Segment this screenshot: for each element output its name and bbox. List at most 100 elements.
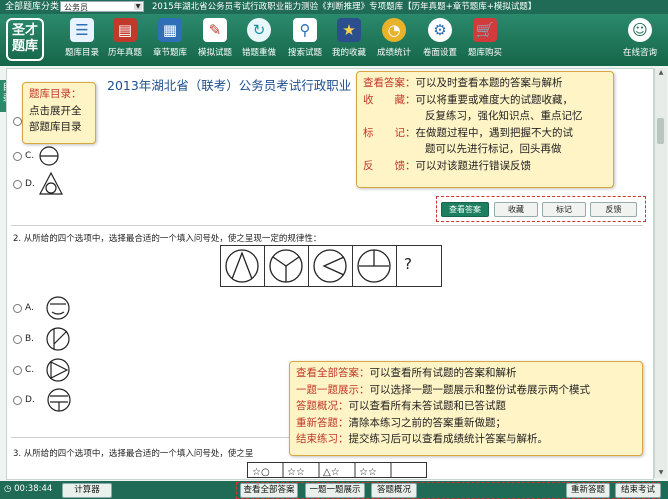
option-c2-radio[interactable] — [13, 365, 22, 375]
feedback-button[interactable]: 反馈 — [590, 202, 637, 217]
toolbar-item-label: 在线咨询 — [622, 48, 657, 58]
toolbar-past-exam-button[interactable]: ▤ 历年真题 — [101, 18, 149, 64]
toolbar-item-label: 搜索试题 — [287, 48, 322, 58]
window-title: 2015年湖北省公务员考试行政职业能力测验《判断推理》专项题库【历年真题+章节题… — [152, 2, 537, 12]
option-c-figure — [39, 146, 59, 166]
show-all-answers-button[interactable]: 查看全部答案 — [240, 483, 298, 498]
toolbar-catalog-button[interactable]: ☰ 题库目录 — [58, 18, 106, 64]
toolbar-settings-button[interactable]: ⚙ 卷面设置 — [416, 18, 464, 64]
calculator-button[interactable]: 计算器 — [62, 483, 112, 498]
scroll-down-icon[interactable]: ▼ — [656, 468, 666, 477]
toolbar-online-consult-button[interactable]: ☺ 在线咨询 — [616, 18, 664, 64]
toolbar-stats-button[interactable]: ◔ 成绩统计 — [370, 18, 418, 64]
svg-text:☆☆: ☆☆ — [287, 467, 305, 478]
answer-tools-tooltip: 查看答案：可以及时查看本题的答案与解析 收 藏：可以将重要或难度大的试题收藏， … — [356, 71, 614, 188]
option-c2-label: C. — [25, 365, 35, 375]
toolbar-item-label: 历年真题 — [107, 48, 142, 58]
tooltip-line: 结束练习：提交练习后可以查看成绩统计答案与解析。 — [296, 433, 548, 445]
favorites-icon: ★ — [337, 18, 361, 42]
favorite-button[interactable]: 收藏 — [494, 202, 538, 217]
catalog-tooltip-line: 点击展开全 — [29, 104, 82, 117]
mark-button[interactable]: 标记 — [542, 202, 586, 217]
svg-text:☆○: ☆○ — [252, 467, 270, 478]
toolbar-redo-wrong-button[interactable]: ↻ 错题重做 — [235, 18, 283, 64]
toolbar-mock-exam-button[interactable]: ✎ 模拟试题 — [191, 18, 239, 64]
toolbar-item-label: 模拟试题 — [197, 48, 232, 58]
option-d2-radio[interactable] — [13, 395, 22, 405]
chat-icon: ☺ — [628, 18, 652, 42]
toolbar-item-label: 错题重做 — [241, 48, 276, 58]
option-d2-label: D. — [25, 395, 35, 405]
one-by-one-button[interactable]: 一题一题展示 — [305, 483, 365, 498]
option-c-label: C. — [25, 151, 35, 161]
option-c2-row[interactable]: C. — [13, 357, 70, 383]
option-c-row[interactable]: C. — [13, 145, 61, 167]
option-c2-figure — [46, 358, 70, 382]
toolbar-item-label: 成绩统计 — [376, 48, 411, 58]
toolbar: 圣才题库 ☰ 题库目录 ▤ 历年真题 ▦ 章节题库 ✎ 模拟试题 ↻ 错题重做 … — [0, 14, 668, 66]
timer: ◷ 00:38:44 — [4, 483, 52, 496]
stats-icon: ◔ — [382, 18, 406, 42]
clock-icon: ◷ — [4, 484, 15, 494]
category-value: 公务员 — [64, 3, 88, 12]
catalog-tooltip-line: 部题库目录 — [29, 121, 82, 133]
option-b2-label: B. — [25, 334, 35, 344]
svg-text:☆☆: ☆☆ — [359, 467, 377, 478]
tooltip-line: 反复练习，强化知识点、重点记忆 — [425, 110, 583, 122]
tooltip-line: 反 馈：可以对该题进行错误反馈 — [363, 159, 531, 172]
toolbar-search-button[interactable]: ⚲ 搜索试题 — [281, 18, 329, 64]
category-select[interactable]: 公务员 ▼ — [60, 1, 144, 12]
toolbar-favorites-button[interactable]: ★ 我的收藏 — [325, 18, 373, 64]
vertical-scrollbar[interactable]: ▲ ▼ — [654, 68, 667, 478]
restart-button[interactable]: 重新答题 — [566, 483, 610, 498]
scrollbar-thumb[interactable] — [657, 118, 664, 144]
redo-wrong-icon: ↻ — [247, 18, 271, 42]
top-bar: 全部题库分类: 公务员 ▼ 2015年湖北省公务员考试行政职业能力测验《判断推理… — [0, 0, 668, 14]
svg-text:△☆: △☆ — [323, 467, 340, 478]
tooltip-line: 标 记：在做题过程中，遇到把握不大的试 — [363, 126, 573, 139]
option-a-row[interactable]: A. — [13, 295, 70, 321]
timer-value: 00:38:44 — [14, 484, 53, 494]
catalog-icon: ☰ — [70, 18, 94, 42]
bottom-tools-tooltip: 查看全部答案：可以查看所有试题的答案和解析 一题一题展示：可以选择一题一题展示和… — [289, 361, 643, 456]
scroll-up-icon[interactable]: ▲ — [656, 68, 666, 77]
catalog-tooltip-title: 题库目录： — [29, 88, 82, 100]
option-a-figure — [46, 296, 70, 320]
cart-icon: 🛒 — [473, 18, 497, 42]
option-b2-row[interactable]: B. — [13, 326, 70, 352]
option-d-label: D. — [25, 179, 35, 189]
tooltip-line: 查看答案：可以及时查看本题的答案与解析 — [363, 77, 563, 89]
toolbar-item-label: 我的收藏 — [331, 48, 366, 58]
category-label: 全部题库分类: — [5, 2, 63, 12]
option-a-radio[interactable] — [13, 303, 22, 313]
view-answer-button[interactable]: 查看答案 — [441, 202, 489, 217]
tooltip-line: 收 藏：可以将重要或难度大的试题收藏， — [363, 93, 573, 106]
toolbar-item-label: 题库目录 — [64, 48, 99, 58]
toolbar-item-label: 章节题库 — [152, 48, 187, 58]
question-3-text: 3. 从所给的四个选项中，选择最合适的一个填入问号处，使之呈 — [13, 449, 254, 459]
tooltip-line: 题可以先进行标记，回头再做 — [425, 143, 562, 155]
toolbar-chapter-bank-button[interactable]: ▦ 章节题库 — [146, 18, 194, 64]
answer-overview-button[interactable]: 答题概况 — [371, 483, 417, 498]
question-mark-cell: ? — [404, 255, 412, 273]
option-b-radio[interactable] — [13, 117, 22, 126]
option-b2-figure — [46, 327, 70, 351]
option-d-radio[interactable] — [13, 179, 22, 189]
option-d2-row[interactable]: D. — [13, 387, 71, 413]
exam-title: 2013年湖北省（联考）公务员考试行政职业 — [107, 78, 352, 93]
option-d2-figure — [47, 388, 71, 412]
toolbar-item-label: 卷面设置 — [422, 48, 457, 58]
tooltip-line: 答题概况：可以查看所有未答试题和已答试题 — [296, 400, 506, 412]
option-d-row[interactable]: D. — [13, 171, 64, 197]
past-exam-icon: ▤ — [113, 18, 137, 42]
finish-exam-button[interactable]: 结束考试 — [615, 483, 661, 498]
search-icon: ⚲ — [293, 18, 317, 42]
option-a-label: A. — [25, 303, 34, 313]
bottom-bar: ◷ 00:38:44 计算器 查看全部答案 一题一题展示 答题概况 重新答题 结… — [0, 481, 668, 499]
toolbar-purchase-button[interactable]: 🛒 题库购买 — [461, 18, 509, 64]
option-b-row[interactable] — [13, 117, 22, 126]
option-c-radio[interactable] — [13, 151, 22, 161]
option-b2-radio[interactable] — [13, 334, 22, 344]
question-2-text: 2. 从所给的四个选项中，选择最合适的一个填入问号处，使之呈现一定的规律性： — [13, 234, 322, 244]
question-3-figure: ☆○ ☆☆ △☆ ☆☆ — [247, 462, 427, 478]
